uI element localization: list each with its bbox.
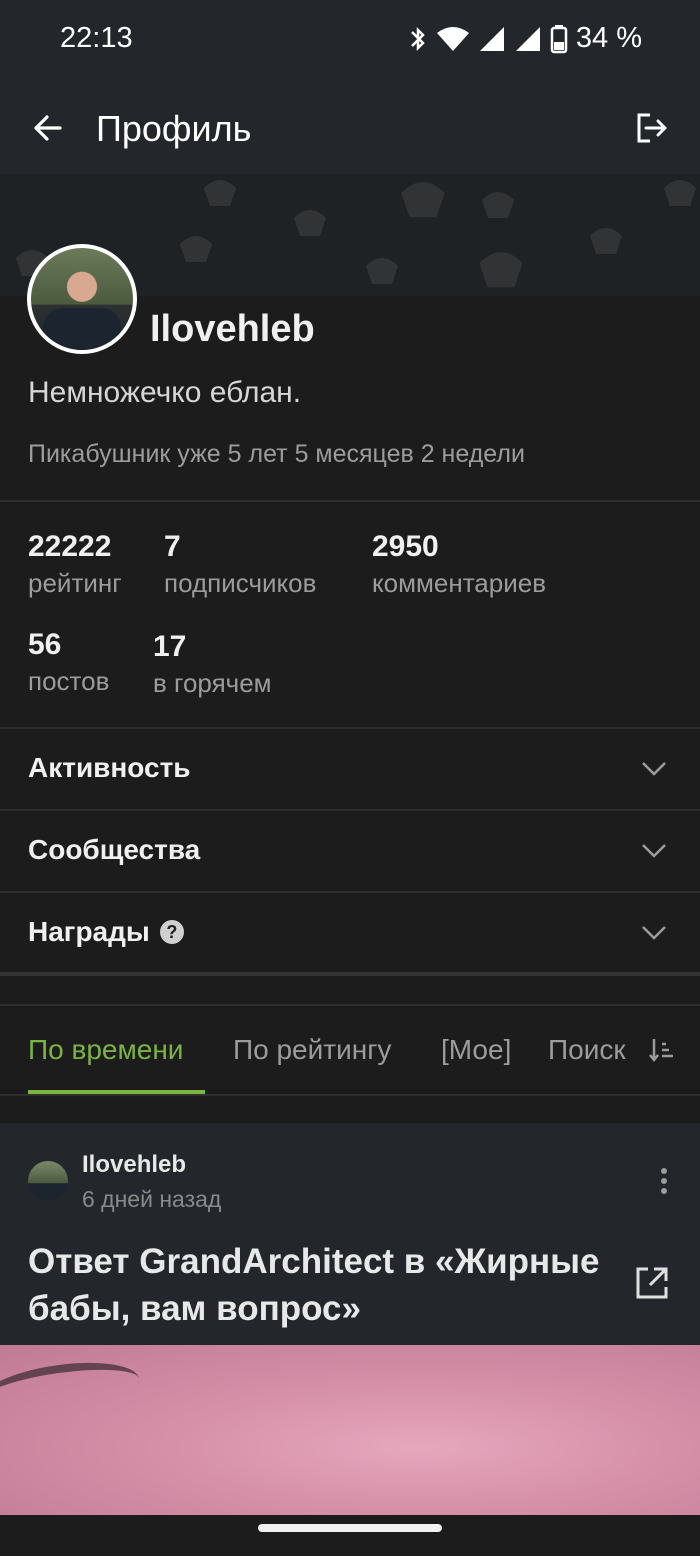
sort-icon[interactable] <box>649 1036 675 1064</box>
signal-icon <box>479 26 504 51</box>
tab-search[interactable]: Поиск <box>548 1034 626 1066</box>
section-awards[interactable]: Награды ? <box>0 892 700 972</box>
stat-label: рейтинг <box>28 568 122 598</box>
divider <box>0 972 700 976</box>
battery-icon <box>550 24 568 53</box>
cupcake-icon <box>479 252 523 288</box>
cupcake-icon <box>482 192 514 218</box>
arrow-left-icon[interactable] <box>30 110 66 146</box>
bio: Немножечко еблан. <box>28 376 302 409</box>
more-vertical-icon[interactable] <box>658 1167 670 1195</box>
post-author[interactable]: Ilovehleb <box>82 1151 186 1179</box>
tab-by-time[interactable]: По времени <box>28 1034 183 1066</box>
stat-label: в горячем <box>153 668 272 698</box>
post-title[interactable]: Ответ GrandArchitect в «Жирные бабы, вам… <box>28 1238 608 1332</box>
avatar[interactable] <box>27 244 137 354</box>
home-handle[interactable] <box>258 1524 442 1532</box>
tab-mine[interactable]: [Мое] <box>441 1034 511 1066</box>
post-image[interactable] <box>0 1345 700 1515</box>
logout-icon[interactable] <box>634 110 670 146</box>
chevron-down-icon <box>642 926 666 940</box>
section-label: Сообщества <box>28 834 201 865</box>
cupcake-icon <box>204 180 236 206</box>
stat-value: 22222 <box>28 530 112 563</box>
help-icon[interactable]: ? <box>159 920 184 944</box>
section-communities[interactable]: Сообщества <box>0 810 700 890</box>
battery-percent: 34 % <box>575 22 642 54</box>
divider <box>0 500 700 502</box>
username: Ilovehleb <box>150 308 315 350</box>
section-label: Активность <box>28 752 191 783</box>
cupcake-icon <box>401 182 445 218</box>
bluetooth-icon <box>411 26 425 51</box>
signal-icon <box>515 26 540 51</box>
sort-tabs: По времени По рейтингу [Мое] Поиск <box>0 1006 700 1096</box>
status-bar: 22:13 34 % <box>0 0 700 84</box>
stat-label: комментариев <box>372 568 547 598</box>
stat-subscribers[interactable]: 7 подписчиков <box>164 530 316 599</box>
stat-posts[interactable]: 56 постов <box>28 628 109 697</box>
stat-value: 17 <box>153 630 187 663</box>
stat-label: подписчиков <box>164 568 317 598</box>
cupcake-icon <box>180 236 212 262</box>
stat-value: 56 <box>28 628 62 661</box>
cupcake-icon <box>664 180 696 206</box>
gesture-bar <box>0 1515 700 1556</box>
wifi-icon <box>436 26 469 51</box>
page-title: Профиль <box>96 108 252 149</box>
member-since: Пикабушник уже 5 лет 5 месяцев 2 недели <box>28 440 525 468</box>
status-time: 22:13 <box>60 22 133 54</box>
tab-by-rating[interactable]: По рейтингу <box>233 1034 391 1066</box>
stat-value: 2950 <box>372 530 439 563</box>
stat-value: 7 <box>164 530 181 563</box>
divider <box>0 1094 700 1096</box>
section-activity[interactable]: Активность <box>0 728 700 808</box>
cupcake-icon <box>366 258 398 284</box>
post-time: 6 дней назад <box>82 1186 222 1212</box>
stat-label: постов <box>28 666 110 696</box>
cupcake-icon <box>294 210 326 236</box>
stat-comments[interactable]: 2950 комментариев <box>372 530 546 599</box>
post-card[interactable]: Ilovehleb 6 дней назад Ответ GrandArchit… <box>0 1123 700 1353</box>
stat-rating: 22222 рейтинг <box>28 530 122 599</box>
app-bar: Профиль <box>0 84 700 174</box>
status-icons: 34 % <box>408 22 642 55</box>
post-author-avatar[interactable] <box>28 1161 68 1201</box>
cupcake-icon <box>590 228 622 254</box>
chevron-down-icon <box>642 762 666 776</box>
external-link-icon[interactable] <box>634 1265 670 1301</box>
stat-hot[interactable]: 17 в горячем <box>153 630 272 699</box>
section-label: Награды <box>28 916 150 947</box>
chevron-down-icon <box>642 844 666 858</box>
